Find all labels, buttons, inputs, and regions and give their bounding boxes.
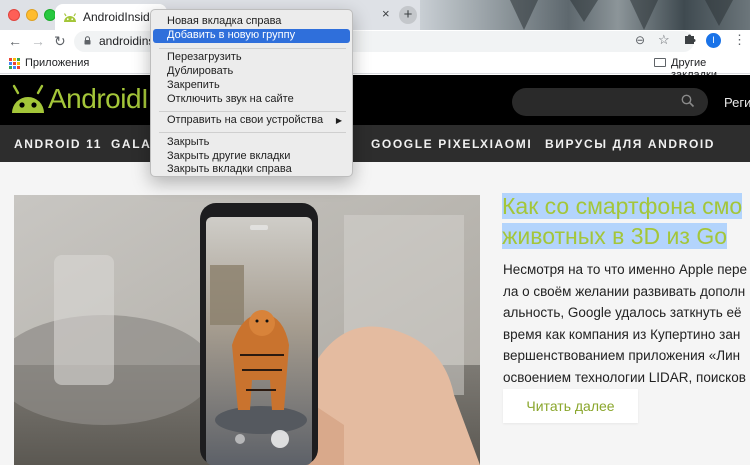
article-hero-image[interactable]: [14, 195, 480, 465]
folder-icon: [654, 58, 666, 67]
site-category-nav: ANDROID 11 GALAX GOOGLE PIXEL XIAOMI ВИР…: [0, 125, 750, 162]
menu-item-close-right[interactable]: Закрыть вкладки справа: [153, 163, 350, 177]
register-link[interactable]: Реги: [724, 95, 750, 110]
article-excerpt: Несмотря на то что именно Apple пере ла …: [503, 259, 750, 388]
menu-item-label: Отправить на свои устройства: [167, 114, 324, 126]
excerpt-line: время как компания из Купертино зан: [503, 326, 741, 342]
menu-item-add-to-new-group[interactable]: Добавить в новую группу: [153, 29, 350, 43]
menu-separator: [159, 132, 346, 133]
browser-toolbar: ← → ↻ androidinsi ⊖ ☆: [0, 30, 750, 53]
close-window-button[interactable]: [8, 9, 20, 21]
article-title[interactable]: Как со смартфона смо животных в 3D из Go: [502, 191, 750, 251]
browser-theme-background: [420, 0, 750, 30]
minimize-window-button[interactable]: [26, 9, 38, 21]
menu-item-close[interactable]: Закрыть: [153, 136, 350, 150]
menu-item-mute-site[interactable]: Отключить звук на сайте: [153, 93, 350, 107]
extensions-puzzle-icon[interactable]: [684, 33, 696, 45]
site-search-input[interactable]: [512, 88, 708, 116]
nav-item-google-pixel[interactable]: GOOGLE PIXEL: [371, 137, 481, 151]
menu-separator: [159, 48, 346, 49]
bookmark-apps[interactable]: Приложения: [25, 57, 89, 69]
excerpt-line: Несмотря на то что именно Apple пере: [503, 262, 748, 277]
site-logo-text[interactable]: AndroidI: [48, 83, 149, 115]
submenu-arrow-icon: ▶: [335, 116, 342, 125]
more-menu-icon[interactable]: ⋮: [733, 32, 746, 47]
url-text: androidinsi: [99, 34, 158, 48]
article-title-line: животных в 3D из Go: [502, 223, 728, 249]
bookmarks-bar: Приложения Другие закладки: [0, 53, 750, 81]
tab-context-menu: Новая вкладка справа Добавить в новую гр…: [150, 9, 353, 177]
excerpt-line: вершенствованием приложения «Лин: [503, 348, 741, 363]
menu-item-reload[interactable]: Перезагрузить: [153, 51, 350, 65]
nav-item-viruses[interactable]: ВИРУСЫ ДЛЯ ANDROID: [545, 137, 715, 151]
forward-arrow-icon[interactable]: →: [31, 32, 45, 50]
android-logo-icon[interactable]: [10, 83, 46, 117]
menu-item-close-others[interactable]: Закрыть другие вкладки: [153, 150, 350, 164]
bookmark-star-icon[interactable]: ☆: [658, 32, 670, 48]
apps-grid-icon[interactable]: [9, 58, 20, 69]
back-arrow-icon[interactable]: ←: [8, 32, 22, 50]
profile-avatar[interactable]: I: [706, 33, 721, 48]
tab-strip: AndroidInsider.ru m × +: [0, 0, 750, 30]
android-favicon-icon: [63, 13, 77, 22]
new-tab-button[interactable]: +: [399, 6, 417, 24]
zoom-magnifier-icon[interactable]: ⊖: [635, 33, 645, 47]
reload-icon[interactable]: ↻: [54, 32, 66, 50]
excerpt-line: ла о своём желании развивать дополн: [503, 283, 746, 299]
excerpt-line: освоением технологии LIDAR, поисков: [503, 369, 746, 385]
menu-separator: [159, 111, 346, 112]
menu-item-duplicate[interactable]: Дублировать: [153, 65, 350, 79]
read-more-button[interactable]: Читать далее: [503, 389, 638, 423]
excerpt-line: альность, Google удалось заткнуть её: [503, 305, 742, 320]
menu-item-pin[interactable]: Закрепить: [153, 79, 350, 93]
article-section: Как со смартфона смо животных в 3D из Go…: [0, 162, 750, 465]
search-icon[interactable]: [681, 94, 695, 108]
menu-item-new-tab-right[interactable]: Новая вкладка справа: [153, 15, 350, 29]
site-header: AndroidI Реги: [0, 75, 750, 125]
lock-icon: [84, 36, 91, 45]
menu-item-send-to-devices[interactable]: Отправить на свои устройства ▶: [153, 114, 350, 128]
nav-item-xiaomi[interactable]: XIAOMI: [480, 137, 532, 151]
close-tab-icon[interactable]: ×: [382, 6, 390, 21]
nav-item-android-11[interactable]: ANDROID 11: [14, 137, 102, 151]
article-title-line: Как со смартфона смо: [502, 193, 743, 219]
